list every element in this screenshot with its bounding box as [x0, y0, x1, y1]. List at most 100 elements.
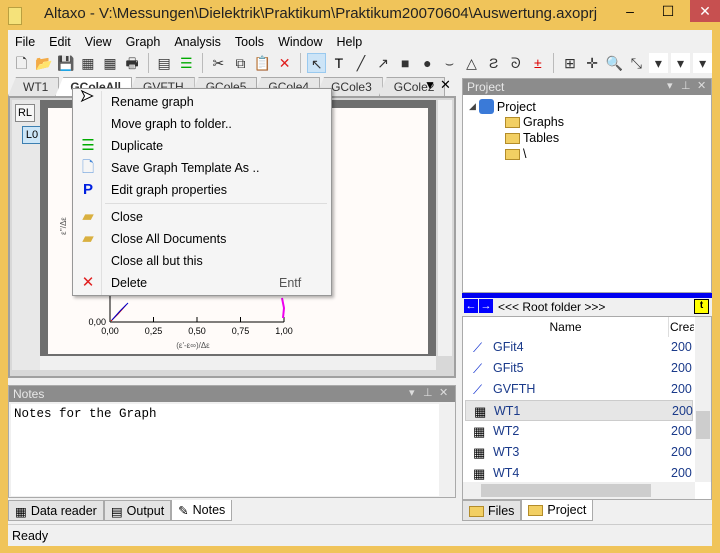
minimize-button[interactable]: ‒ [610, 0, 650, 22]
shortcut-label: Entf [279, 276, 302, 290]
menu-tools[interactable]: Tools [228, 32, 271, 50]
graph-icon: ⟋ [473, 340, 483, 355]
dropdown-3[interactable]: ▾ [693, 53, 713, 73]
tree-item-graphs[interactable]: Graphs [505, 115, 564, 129]
new-worksheet-icon[interactable]: ▦ [78, 53, 97, 73]
ellipse-icon[interactable]: ● [418, 53, 437, 73]
tab-list-icon[interactable]: ▼ [424, 78, 436, 92]
menu-help[interactable]: Help [330, 32, 370, 50]
cut-icon[interactable]: ✂ [209, 53, 228, 73]
menu-item-close-all-documents[interactable]: ▰ Close All Documents [73, 228, 331, 250]
close-document-icon[interactable]: ✕ [440, 77, 451, 93]
tab-notes[interactable]: ✎ Notes [171, 500, 233, 521]
menu-item-edit-graph-properties[interactable]: P Edit graph properties [73, 179, 331, 201]
menu-item-save-graph-template-as[interactable]: 🗋 Save Graph Template As .. [73, 157, 331, 179]
read-point-icon[interactable]: ✛ [583, 53, 602, 73]
tab-files[interactable]: Files [462, 500, 522, 521]
tab-wt1[interactable]: WT1 [8, 77, 60, 96]
y-axis-label: ε''/Δε [59, 217, 68, 235]
item-name: GFit4 [493, 340, 524, 354]
menu-analysis[interactable]: Analysis [167, 32, 228, 50]
toolbar: 🗋 📂 💾 ▦ ▦ 🖶 ▤ ☰ ✂ ⧉ 📋 ✕ ↖ T ╱ ↗ ■ ● ⌣ △ Ƨ ᘐ ± ⊞ ✛ 🔍 ⤡ ▾ ▾ ▾ [8, 50, 713, 76]
duplicate-icon[interactable]: ☰ [177, 53, 196, 73]
tab-data-reader[interactable]: ▦ Data reader [8, 500, 104, 521]
print-icon[interactable]: 🖶 [123, 53, 142, 73]
pointer-icon[interactable]: ↖ [307, 53, 327, 73]
arrow-icon[interactable]: ↗ [374, 53, 393, 73]
menu-view[interactable]: View [78, 32, 119, 50]
open-icon[interactable]: 📂 [34, 53, 53, 73]
list-item[interactable]: ▦ WT2 200 [465, 421, 693, 442]
worksheet-values-icon[interactable]: ▤ [155, 53, 174, 73]
pane-close-icon[interactable]: ✕ [439, 386, 448, 399]
menu-edit[interactable]: Edit [42, 32, 78, 50]
list-item[interactable]: ⟋ GVFTH 200 [465, 379, 693, 400]
up-folder-button[interactable]: t [694, 299, 709, 314]
menu-item-duplicate[interactable]: ☰ Duplicate [73, 135, 331, 157]
menu-item-label: Delete [111, 276, 148, 290]
pin-icon[interactable]: ⊥ [423, 386, 433, 399]
menu-item-close-all-but-this[interactable]: Close all but this [73, 250, 331, 272]
forward-button[interactable]: → [479, 299, 493, 313]
list-item[interactable]: ▦ WT4 200 [465, 463, 693, 482]
tree-item-root[interactable]: \ [505, 147, 526, 161]
closed-curve-icon[interactable]: ᘐ [506, 53, 525, 73]
back-button[interactable]: ← [464, 299, 478, 313]
pane-close-icon[interactable]: ✕ [697, 79, 706, 92]
plot-label-icon[interactable]: ± [528, 53, 547, 73]
pin-icon[interactable]: ⊥ [681, 79, 691, 92]
tree-item-tables[interactable]: Tables [505, 131, 559, 145]
layer-button-l0[interactable]: L0 [22, 126, 42, 144]
tab-project[interactable]: Project [521, 500, 594, 521]
horizontal-scrollbar[interactable] [40, 356, 436, 370]
rectangle-icon[interactable]: ■ [396, 53, 415, 73]
tree-item-project[interactable]: ◢ Project [469, 99, 536, 114]
menu-graph[interactable]: Graph [119, 32, 168, 50]
menu-window[interactable]: Window [271, 32, 329, 50]
new-worksheet2-icon[interactable]: ▦ [100, 53, 119, 73]
list-item[interactable]: ⟋ GFit4 200 [465, 337, 693, 358]
open-curve-icon[interactable]: Ƨ [484, 53, 503, 73]
polygon-icon[interactable]: △ [462, 53, 481, 73]
vertical-scrollbar[interactable] [438, 100, 452, 356]
list-vertical-scrollbar[interactable] [695, 317, 711, 482]
axis-rescale-icon[interactable]: ⤡ [627, 53, 646, 73]
y-tick-label: 0,00 [88, 317, 106, 327]
new-icon[interactable]: 🗋 [12, 53, 31, 73]
folder-icon [505, 116, 520, 128]
item-list: Name Crea ⟋ GFit4 200 ⟋ GFit5 200 ⟋ GVFTH 200 ▦ WT… [462, 316, 712, 500]
notes-header: Notes ▾ ⊥ ✕ [9, 386, 455, 402]
save-icon[interactable]: 💾 [56, 53, 75, 73]
menu-item-move-graph-to-folder[interactable]: Move graph to folder.. [73, 113, 331, 135]
menu-item-rename-graph[interactable]: Rename graph [73, 91, 331, 113]
notes-textarea[interactable]: Notes for the Graph [11, 404, 439, 496]
toolbar-separator [147, 53, 149, 73]
dropdown-1[interactable]: ▾ [648, 53, 668, 73]
list-item[interactable]: ▦ WT1 200 [465, 400, 693, 421]
close-button[interactable]: ✕ [690, 0, 720, 22]
zoom-icon[interactable]: 🔍 [605, 53, 624, 73]
line-icon[interactable]: ╱ [351, 53, 370, 73]
text-icon[interactable]: T [329, 53, 348, 73]
column-header-created[interactable]: Crea [670, 317, 694, 337]
menu-item-close[interactable]: ▰ Close [73, 206, 331, 228]
list-item[interactable]: ⟋ GFit5 200 [465, 358, 693, 379]
column-header-name[interactable]: Name [463, 317, 669, 337]
list-item[interactable]: ▦ WT3 200 [465, 442, 693, 463]
curve-icon[interactable]: ⌣ [440, 53, 459, 73]
paste-icon[interactable]: 📋 [253, 53, 272, 73]
layer-button-rl[interactable]: RL [15, 104, 35, 122]
expand-icon[interactable]: ◢ [469, 101, 476, 112]
maximize-button[interactable]: ☐ [648, 0, 688, 22]
pane-menu-icon[interactable]: ▾ [409, 386, 415, 399]
tab-output[interactable]: ▤ Output [103, 500, 172, 521]
delete-icon[interactable]: ✕ [275, 53, 294, 73]
copy-icon[interactable]: ⧉ [231, 53, 250, 73]
list-horizontal-scrollbar[interactable] [463, 482, 695, 499]
zoom-extents-icon[interactable]: ⊞ [560, 53, 579, 73]
pane-menu-icon[interactable]: ▾ [667, 79, 673, 92]
dropdown-2[interactable]: ▾ [670, 53, 691, 73]
toolbar-separator [300, 53, 302, 73]
menu-file[interactable]: File [8, 32, 42, 50]
menu-item-delete[interactable]: ✕ Delete Entf [73, 272, 331, 294]
